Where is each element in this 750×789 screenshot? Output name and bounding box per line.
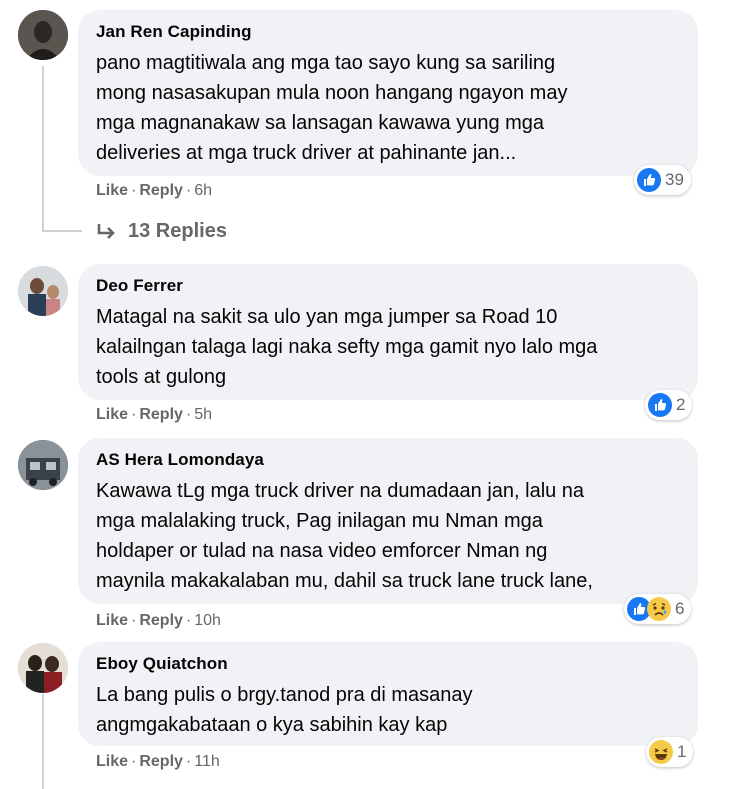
comment-text: Matagal na sakit sa ulo yan mga jumper s…: [96, 306, 598, 388]
haha-icon: [649, 740, 673, 764]
reaction-count: 2: [676, 395, 686, 414]
view-replies-link[interactable]: 13 Replies: [96, 220, 227, 243]
comment-bubble: Eboy Quiatchon La bang pulis o brgy.tano…: [78, 642, 698, 746]
reaction-summary[interactable]: 2: [645, 390, 693, 420]
timestamp[interactable]: 10h: [194, 612, 221, 629]
reply-button[interactable]: Reply: [139, 182, 183, 199]
avatar[interactable]: [18, 266, 68, 316]
separator: ·: [131, 753, 137, 770]
sad-icon: [647, 597, 671, 621]
separator: ·: [185, 406, 192, 423]
comment-bubble: Jan Ren Capinding pano magtitiwala ang m…: [78, 10, 698, 176]
replies-count[interactable]: 13 Replies: [128, 220, 227, 243]
thread-line: [42, 694, 44, 789]
comment-actions: Like · Reply · 6h: [96, 182, 212, 200]
timestamp[interactable]: 11h: [194, 753, 220, 770]
like-button[interactable]: Like: [96, 182, 128, 199]
comment-author[interactable]: Jan Ren Capinding: [96, 22, 680, 42]
like-button[interactable]: Like: [96, 406, 128, 423]
separator: ·: [185, 612, 192, 629]
reaction-count: 39: [665, 170, 684, 189]
comment-author[interactable]: AS Hera Lomondaya: [96, 450, 680, 470]
reaction-summary[interactable]: 1: [646, 737, 694, 767]
reaction-summary[interactable]: 39: [634, 165, 691, 195]
reaction-summary[interactable]: 6: [624, 594, 692, 624]
thread-line-elbow: [42, 230, 82, 232]
like-button[interactable]: Like: [96, 753, 128, 770]
timestamp[interactable]: 6h: [194, 182, 212, 199]
reaction-count: 6: [675, 599, 685, 618]
comment-actions: Like · Reply · 10h: [96, 612, 221, 630]
reply-button[interactable]: Reply: [139, 753, 183, 770]
comment-author[interactable]: Eboy Quiatchon: [96, 654, 680, 674]
comment-text: La bang pulis o brgy.tanod pra di masana…: [96, 684, 473, 736]
separator: ·: [185, 182, 192, 199]
like-icon: [648, 393, 672, 417]
separator: ·: [185, 753, 192, 770]
reply-button[interactable]: Reply: [139, 406, 183, 423]
reply-arrow-icon: [97, 223, 115, 239]
comment-bubble: Deo Ferrer Matagal na sakit sa ulo yan m…: [78, 264, 698, 400]
like-button[interactable]: Like: [96, 612, 128, 629]
comment-author[interactable]: Deo Ferrer: [96, 276, 680, 296]
avatar[interactable]: [18, 643, 68, 693]
like-icon: [637, 168, 661, 192]
timestamp[interactable]: 5h: [194, 406, 212, 423]
avatar[interactable]: [18, 440, 68, 490]
separator: ·: [131, 612, 137, 629]
comment-bubble: AS Hera Lomondaya Kawawa tLg mga truck d…: [78, 438, 698, 604]
comment-text: Kawawa tLg mga truck driver na dumadaan …: [96, 480, 593, 592]
separator: ·: [131, 406, 137, 423]
thread-line: [42, 66, 44, 232]
reply-button[interactable]: Reply: [139, 612, 183, 629]
separator: ·: [131, 182, 137, 199]
comment-text: pano magtitiwala ang mga tao sayo kung s…: [96, 52, 568, 164]
comment-actions: Like · Reply · 11h: [96, 753, 220, 771]
comment-actions: Like · Reply · 5h: [96, 406, 212, 424]
reaction-count: 1: [677, 742, 687, 761]
avatar[interactable]: [18, 10, 68, 60]
